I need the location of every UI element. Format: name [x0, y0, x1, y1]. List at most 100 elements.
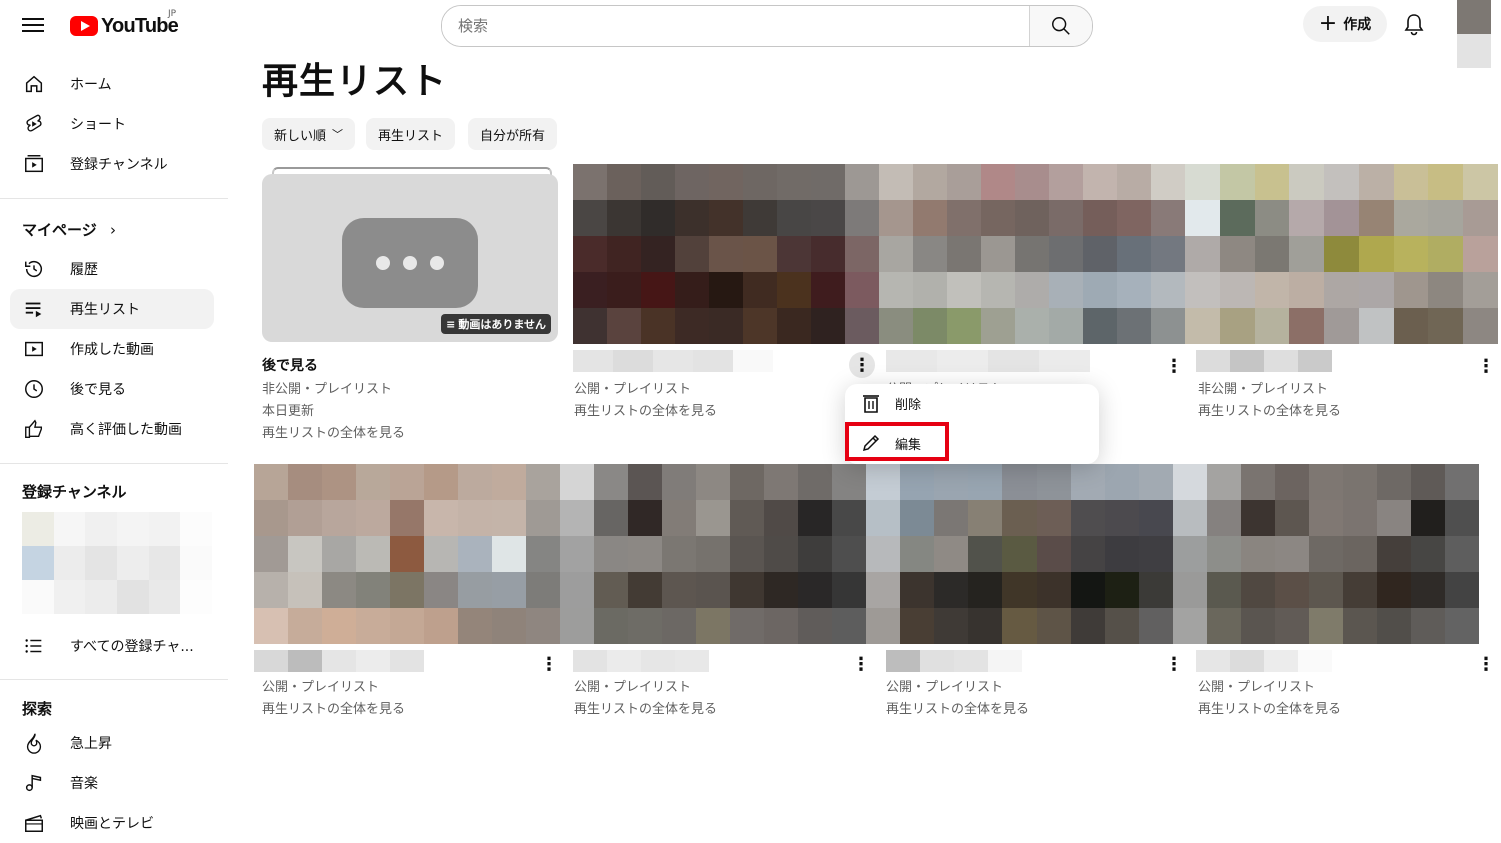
more-vert-icon: ⋮ — [1165, 653, 1183, 675]
playlist-title-blurred[interactable] — [573, 350, 773, 372]
sidebar-item-label: 後で見る — [70, 382, 126, 398]
sidebar-item-label: すべての登録チャ... — [70, 639, 194, 655]
playlist-thumbnail-blurred[interactable] — [573, 164, 879, 344]
more-actions-button-active[interactable]: ⋮ — [849, 352, 875, 378]
subscriptions-heading: 登録チャンネル — [22, 483, 127, 501]
trending-icon — [22, 731, 46, 755]
sidebar-item-label: 映画とテレビ — [70, 816, 154, 832]
chip-label: 新しい順 — [274, 128, 327, 144]
shorts-icon — [22, 112, 46, 136]
empty-playlist-icon — [342, 218, 478, 308]
playlist-title-blurred[interactable] — [886, 350, 1090, 372]
sidebar-item-all-subscriptions[interactable]: すべての登録チャ... — [10, 626, 214, 666]
explore-heading: 探索 — [22, 700, 53, 718]
playlist-thumbnail-blurred[interactable] — [1185, 164, 1498, 344]
sidebar-item-label: 履歴 — [70, 262, 98, 278]
filter-chip-playlists[interactable]: 再生リスト — [366, 118, 456, 150]
playlist-thumbnail-blurred[interactable] — [254, 464, 560, 644]
playlist-privacy: 公開・プレイリスト — [886, 680, 1004, 695]
sidebar-item-liked[interactable]: 高く評価した動画 — [10, 409, 214, 449]
sort-chip-newest[interactable]: 新しい順 ﹀ — [262, 118, 356, 150]
sidebar-item-label: 急上昇 — [70, 736, 112, 752]
liked-icon — [22, 417, 46, 441]
delete-label: 削除 — [895, 397, 922, 413]
filter-chip-owned[interactable]: 自分が所有 — [468, 118, 558, 150]
more-actions-button[interactable]: ⋮ — [1162, 652, 1186, 676]
more-actions-button[interactable]: ⋮ — [1474, 652, 1498, 676]
playlist-title-blurred[interactable] — [1196, 650, 1332, 672]
movies-icon — [22, 811, 46, 835]
more-actions-button[interactable]: ⋮ — [849, 652, 873, 676]
playlist-title-blurred[interactable] — [886, 650, 1022, 672]
sidebar-item-label: 音楽 — [70, 776, 98, 792]
your-videos-icon — [22, 337, 46, 361]
sidebar-item-label: 再生リスト — [70, 302, 140, 318]
sidebar-item-shorts[interactable]: ショート — [10, 104, 214, 144]
playlist-icon — [22, 297, 46, 321]
playlist-privacy: 公開・プレイリスト — [1198, 680, 1316, 695]
create-button[interactable]: + 作成 — [1303, 6, 1387, 42]
view-full-playlist-link[interactable]: 再生リストの全体を見る — [262, 698, 405, 717]
watch-later-icon — [22, 377, 46, 401]
youtube-play-icon — [70, 16, 98, 36]
mypage-title: マイページ — [22, 221, 97, 239]
playlist-thumbnail-blurred[interactable] — [866, 464, 1173, 644]
search-box — [441, 5, 1093, 47]
search-input[interactable] — [442, 6, 1029, 46]
youtube-logo[interactable]: YouTube JP — [70, 9, 179, 39]
sidebar-item-home[interactable]: ホーム — [10, 64, 214, 104]
playlist-privacy: 公開・プレイリスト — [262, 680, 380, 695]
playlist-title-blurred[interactable] — [254, 650, 424, 672]
menu-hamburger-icon[interactable] — [22, 14, 44, 36]
more-actions-button[interactable]: ⋮ — [1162, 354, 1186, 378]
delete-menu-item[interactable]: 削除 — [845, 384, 1099, 422]
logo-text: YouTube — [101, 14, 179, 37]
more-vert-icon: ⋮ — [852, 653, 870, 675]
playlist-title-blurred[interactable] — [1196, 350, 1332, 372]
more-actions-button[interactable]: ⋮ — [537, 652, 561, 676]
avatar[interactable] — [1457, 0, 1491, 68]
view-full-playlist-link[interactable]: 再生リストの全体を見る — [574, 698, 717, 717]
sidebar-item-music[interactable]: 音楽 — [10, 763, 214, 803]
search-button[interactable] — [1029, 6, 1092, 46]
create-label: 作成 — [1343, 17, 1372, 33]
playlist-title-blurred[interactable] — [573, 650, 709, 672]
search-icon — [1052, 17, 1070, 35]
subscriptions-icon — [22, 152, 46, 176]
sidebar-item-playlists[interactable]: 再生リスト — [10, 289, 214, 329]
chevron-right-icon: › — [109, 221, 116, 239]
list-icon — [22, 634, 46, 658]
sidebar-item-your-videos[interactable]: 作成した動画 — [10, 329, 214, 369]
notifications-button[interactable] — [1402, 12, 1426, 42]
view-full-playlist-link[interactable]: 再生リストの全体を見る — [1198, 698, 1341, 717]
view-full-playlist-link[interactable]: 再生リストの全体を見る — [574, 400, 717, 419]
view-full-playlist-link[interactable]: 再生リストの全体を見る — [886, 698, 1029, 717]
more-actions-button[interactable]: ⋮ — [1474, 354, 1498, 378]
sidebar-item-label: 高く評価した動画 — [70, 422, 182, 438]
playlist-thumbnail-blurred[interactable] — [1173, 464, 1479, 644]
sidebar-section-mypage[interactable]: マイページ › — [22, 219, 116, 240]
sidebar-item-watch-later[interactable]: 後で見る — [10, 369, 214, 409]
sidebar-item-trending[interactable]: 急上昇 — [10, 723, 214, 763]
more-vert-icon: ⋮ — [1477, 355, 1495, 377]
trash-icon — [859, 393, 883, 413]
watch-later-thumbnail[interactable]: ≡ 動画はありません — [262, 174, 558, 342]
sidebar-item-label: 登録チャンネル — [70, 157, 168, 173]
playlist-thumbnail-blurred[interactable] — [879, 164, 1185, 344]
playlist-privacy: 非公開・プレイリスト — [1198, 382, 1329, 397]
view-full-playlist-link[interactable]: 再生リストの全体を見る — [262, 422, 405, 441]
chevron-down-icon: ﹀ — [332, 128, 344, 141]
subscription-channels-blurred[interactable] — [22, 512, 212, 614]
view-full-playlist-link[interactable]: 再生リストの全体を見る — [1198, 400, 1341, 419]
playlist-privacy: 公開・プレイリスト — [574, 382, 692, 397]
sidebar-item-history[interactable]: 履歴 — [10, 249, 214, 289]
playlist-small-icon: ≡ — [446, 317, 456, 331]
edit-highlight-box — [845, 422, 949, 461]
sidebar-item-movies[interactable]: 映画とテレビ — [10, 803, 214, 843]
sidebar-item-label: 作成した動画 — [70, 342, 154, 358]
playlist-thumbnail-blurred[interactable] — [560, 464, 866, 644]
playlist-title[interactable]: 後で見る — [262, 355, 318, 375]
sidebar-item-subscriptions[interactable]: 登録チャンネル — [10, 144, 214, 184]
sidebar-divider — [0, 198, 228, 199]
history-icon — [22, 257, 46, 281]
